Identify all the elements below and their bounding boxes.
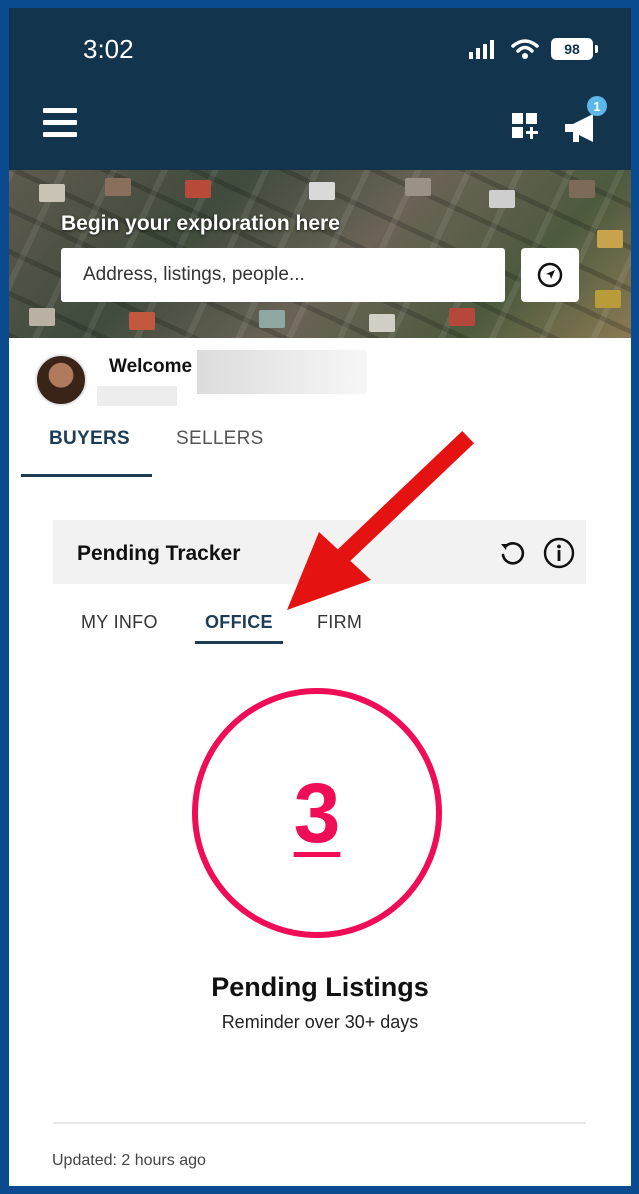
app-screen: 3:02 98 1 Begin your exploration here Ad…	[9, 8, 631, 1186]
refresh-icon[interactable]	[497, 538, 527, 568]
hero-title: Begin your exploration here	[61, 212, 340, 235]
status-icons: 98	[469, 38, 598, 60]
info-icon[interactable]	[543, 537, 575, 569]
pending-label: Pending Listings	[211, 972, 429, 1002]
pending-count[interactable]: 3	[294, 771, 341, 855]
hero-banner: Begin your exploration here	[9, 170, 631, 338]
subtab-active-indicator	[195, 641, 283, 644]
add-widget-icon[interactable]	[511, 112, 539, 140]
tab-active-indicator	[21, 474, 152, 477]
app-header: 3:02 98 1	[9, 8, 631, 170]
status-time: 3:02	[83, 34, 134, 64]
annotation-arrow	[287, 430, 475, 610]
wifi-icon	[511, 39, 539, 59]
location-arrow-icon	[537, 262, 563, 288]
battery-icon: 98	[551, 38, 598, 60]
updated-text: Updated: 2 hours ago	[52, 1152, 206, 1169]
subtab-office[interactable]: OFFICE	[205, 612, 273, 633]
subtab-my-info[interactable]: MY INFO	[81, 612, 158, 633]
avatar[interactable]	[35, 354, 87, 406]
pending-count-circle[interactable]: 3	[192, 688, 442, 938]
pending-sublabel: Reminder over 30+ days	[221, 1012, 419, 1032]
tab-sellers[interactable]: SELLERS	[176, 428, 264, 450]
tracker-title: Pending Tracker	[77, 542, 241, 565]
hamburger-menu-icon[interactable]	[43, 108, 77, 138]
notification-badge: 1	[587, 96, 607, 116]
tab-buyers[interactable]: BUYERS	[49, 428, 130, 450]
search-input[interactable]	[61, 248, 505, 302]
redacted-subtitle	[97, 386, 177, 406]
signal-icon	[469, 40, 494, 59]
redacted-name	[197, 350, 367, 394]
locate-button[interactable]	[521, 248, 579, 302]
welcome-text: Welcome	[109, 356, 193, 377]
divider	[53, 1122, 586, 1124]
battery-level: 98	[564, 41, 580, 57]
